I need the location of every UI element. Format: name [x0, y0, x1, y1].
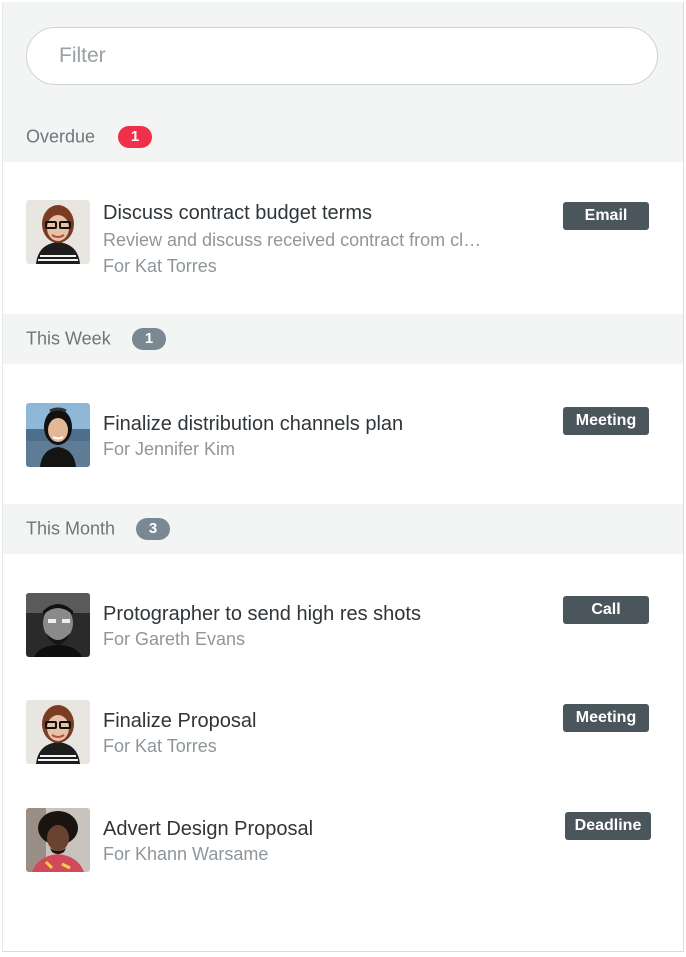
task-owner: For Kat Torres	[103, 736, 217, 756]
task-owner: For Jennifer Kim	[103, 439, 236, 459]
gareth-evans-avatar	[26, 593, 90, 657]
task-title[interactable]: Finalize Proposal	[103, 710, 256, 733]
task-type-tag: Call	[563, 596, 649, 624]
khann-warsame-avatar	[26, 808, 90, 872]
task-owner: For Gareth Evans	[103, 629, 246, 649]
task-list-panel: Overdue 1 Discuss contract budget terms …	[2, 2, 684, 952]
task-row[interactable]: Protographer to send high res shots For …	[3, 554, 683, 662]
task-row[interactable]: Discuss contract budget terms Review and…	[3, 162, 683, 312]
this-week-count-badge: 1	[132, 328, 166, 350]
task-owner: For Khann Warsame	[103, 844, 269, 864]
task-row[interactable]: Finalize Proposal For Kat Torres Meeting	[3, 662, 683, 770]
task-title[interactable]: Finalize distribution channels plan	[103, 413, 403, 436]
task-type-tag: Meeting	[563, 407, 649, 435]
task-row[interactable]: Advert Design Proposal For Khann Warsame…	[3, 770, 683, 878]
task-title[interactable]: Discuss contract budget terms	[103, 202, 372, 225]
section-header-overdue: Overdue 1	[3, 112, 683, 162]
section-title: Overdue	[26, 126, 96, 147]
kat-torres-avatar	[26, 200, 90, 264]
filter-bar	[3, 2, 683, 112]
task-type-tag: Deadline	[565, 812, 651, 840]
section-header-this-week: This Week 1	[3, 314, 683, 364]
section-title: This Week	[26, 328, 111, 349]
task-type-tag: Email	[563, 202, 649, 230]
task-description: Review and discuss received contract fro…	[103, 230, 482, 250]
task-owner: For Kat Torres	[103, 256, 217, 276]
overdue-count-badge: 1	[118, 126, 152, 148]
jennifer-kim-avatar	[26, 403, 90, 467]
task-title[interactable]: Advert Design Proposal	[103, 818, 313, 841]
this-month-count-badge: 3	[136, 518, 170, 540]
section-title: This Month	[26, 518, 116, 539]
kat-torres-avatar	[26, 700, 90, 764]
filter-input[interactable]	[26, 27, 658, 85]
section-header-this-month: This Month 3	[3, 504, 683, 554]
task-row[interactable]: Finalize distribution channels plan For …	[3, 364, 683, 504]
task-type-tag: Meeting	[563, 704, 649, 732]
task-title[interactable]: Protographer to send high res shots	[103, 603, 421, 626]
